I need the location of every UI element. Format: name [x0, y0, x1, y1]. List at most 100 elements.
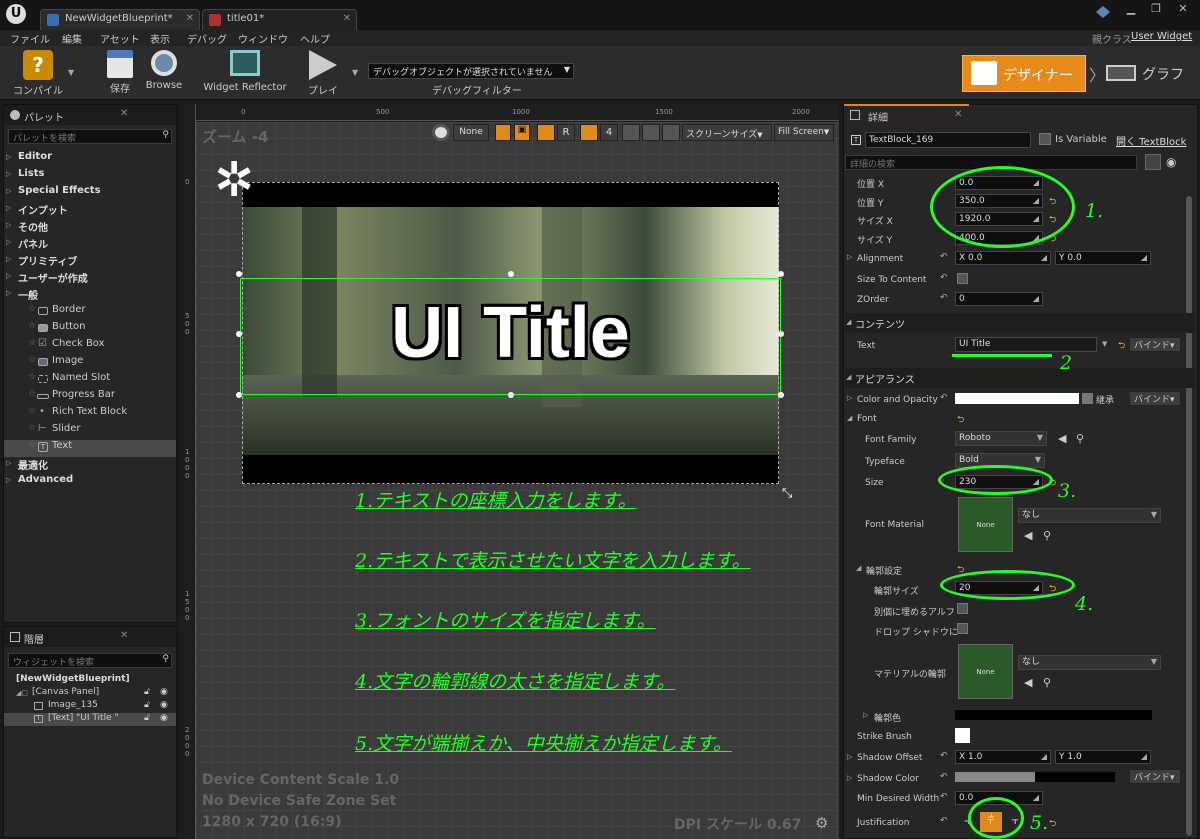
resize-handle[interactable] — [778, 392, 784, 398]
lock-icon[interactable]: 🔓︎ — [144, 687, 150, 697]
screen-size-select[interactable]: スクリーンサイズ▼ — [682, 124, 772, 141]
grid-snap-icon[interactable] — [580, 124, 598, 141]
contents-section[interactable]: コンテンツ — [845, 313, 1195, 333]
play-button[interactable]: プレイ — [300, 50, 346, 97]
outline-material-thumbnail[interactable]: None — [958, 644, 1013, 699]
appearance-section[interactable]: アピアランス — [845, 368, 1195, 388]
compile-button[interactable]: ? コンパイル — [8, 50, 68, 97]
expand-arrow-icon[interactable]: ▷ — [847, 394, 852, 402]
star-icon[interactable]: ☆ — [28, 372, 36, 382]
search-icon[interactable]: ⚲ — [162, 130, 169, 140]
inherit-checkbox[interactable] — [1082, 393, 1093, 404]
palette-category-primitive[interactable]: プリミティブ — [4, 253, 176, 270]
browse-button[interactable]: Browse — [144, 50, 184, 91]
menu-help[interactable]: ヘルプ — [300, 31, 330, 46]
alignment-x-input[interactable]: X 0.0 ◢ — [955, 251, 1051, 265]
reset-arrow-icon[interactable]: ⮌ — [1118, 338, 1125, 354]
eye-icon[interactable]: ◉ — [160, 713, 168, 723]
ui-title-text[interactable]: UI Title — [240, 288, 781, 378]
open-textblock-link[interactable]: 開く TextBlock — [1116, 133, 1186, 148]
outline-material-select[interactable]: なし ▼ — [1018, 655, 1161, 670]
use-selected-arrow-icon[interactable]: ◀ — [1024, 529, 1032, 542]
graph-mode-button[interactable]: グラフ — [1104, 55, 1194, 92]
search-icon[interactable]: ⚲ — [162, 654, 169, 664]
hierarchy-search-input[interactable]: ウィジェットを検索 ⚲ — [8, 653, 172, 668]
property-matrix-icon[interactable] — [1145, 154, 1161, 170]
reset-arrow-icon[interactable]: ↶ — [940, 273, 948, 283]
star-icon[interactable]: ☆ — [28, 355, 36, 365]
text-bind-button[interactable]: バインド▾ — [1129, 337, 1181, 352]
menu-view[interactable]: 表示 — [150, 31, 170, 46]
palette-item-progress-bar[interactable]: ☆ Progress Bar — [4, 389, 176, 406]
unreal-logo-icon[interactable]: U — [6, 4, 26, 24]
palette-category-panel[interactable]: パネル — [4, 236, 176, 253]
close-icon[interactable]: ✕ — [954, 109, 962, 120]
palette-item-slider[interactable]: ☆ ⊢ Slider — [4, 423, 176, 440]
anchor-icon[interactable]: ✲ — [214, 156, 254, 204]
use-selected-arrow-icon[interactable]: ◀ — [1058, 432, 1066, 445]
menu-file[interactable]: ファイル — [10, 31, 50, 46]
lock-icon[interactable]: ▣ — [514, 124, 530, 141]
resize-handle[interactable] — [778, 331, 784, 337]
browse-search-icon[interactable]: ⚲ — [1043, 676, 1051, 689]
expand-arrow-icon[interactable]: ▷ — [847, 753, 852, 761]
eye-icon[interactable]: ◉ — [160, 687, 168, 697]
minimize-button[interactable]: ▁ — [1120, 2, 1142, 20]
resize-handle[interactable] — [236, 271, 242, 277]
is-variable-checkbox[interactable] — [1039, 133, 1051, 145]
image-preview-icon[interactable] — [622, 124, 640, 141]
close-icon[interactable]: ✕ — [343, 13, 351, 24]
chevron-down-icon[interactable]: ▼ — [1102, 340, 1107, 348]
shadow-offset-y-input[interactable]: Y 1.0 ◢ — [1055, 750, 1151, 764]
palette-category-input[interactable]: インプット — [4, 202, 176, 219]
palette-item-named-slot[interactable]: ☆ Named Slot — [4, 372, 176, 389]
zorder-input[interactable]: 0 ◢ — [955, 292, 1043, 306]
palette-category-lists[interactable]: Lists — [4, 168, 176, 185]
details-scrollbar[interactable] — [1186, 196, 1192, 836]
font-family-select[interactable]: Roboto ▼ — [955, 431, 1047, 446]
palette-item-check-box[interactable]: ☆ ☑ Check Box — [4, 338, 176, 355]
resize-handle[interactable] — [508, 271, 514, 277]
globe-icon[interactable] — [432, 124, 450, 141]
use-selected-arrow-icon[interactable]: ◀ — [1024, 676, 1032, 689]
lock-icon[interactable]: 🔓︎ — [144, 713, 150, 723]
resize-handle[interactable] — [236, 331, 242, 337]
shadow-offset-x-input[interactable]: X 1.0 ◢ — [955, 750, 1051, 764]
font-material-select[interactable]: なし ▼ — [1018, 508, 1161, 523]
shadow-color-swatch[interactable] — [955, 772, 1115, 782]
expand-arrow-icon[interactable]: ▷ — [847, 774, 852, 782]
palette-item-button[interactable]: ☆ Button — [4, 321, 176, 338]
hierarchy-item-root[interactable]: [NewWidgetBlueprint] — [4, 674, 176, 687]
hierarchy-item-image[interactable]: Image_135 🔓︎ ◉ — [4, 700, 176, 713]
star-icon[interactable]: ☆ — [28, 389, 36, 399]
grid-snap-value[interactable]: 4 — [600, 124, 618, 141]
image-preview-icon[interactable] — [642, 124, 660, 141]
menu-window[interactable]: ウィンドウ — [238, 31, 288, 46]
star-icon[interactable]: ☆ — [28, 440, 36, 450]
star-icon[interactable]: ☆ — [28, 321, 36, 331]
size-to-content-checkbox[interactable] — [957, 273, 968, 284]
hierarchy-item-canvas-panel[interactable]: ◢▢ [Canvas Panel] 🔓︎ ◉ — [4, 687, 176, 700]
fit-icon[interactable] — [662, 124, 680, 141]
strike-brush-swatch[interactable] — [955, 728, 970, 743]
palette-item-text[interactable]: ☆ T Text — [4, 440, 176, 457]
lock-icon[interactable]: 🔓︎ — [144, 700, 150, 710]
reset-arrow-icon[interactable]: ⮌ — [1049, 816, 1056, 832]
reset-arrow-icon[interactable]: ↶ — [940, 792, 948, 802]
drop-shadow-checkbox[interactable] — [957, 623, 968, 634]
reset-arrow-icon[interactable]: ↶ — [940, 772, 948, 782]
palette-item-rich-text-block[interactable]: ☆ • Rich Text Block — [4, 406, 176, 423]
font-material-thumbnail[interactable]: None — [958, 497, 1013, 552]
expand-arrow-icon[interactable]: ▷ — [847, 253, 852, 261]
widget-name-input[interactable]: TextBlock_169 — [865, 132, 1031, 148]
close-icon[interactable]: ✕ — [120, 630, 128, 641]
compile-options-dropdown[interactable]: ▼ — [68, 68, 74, 77]
expand-arrow-icon[interactable]: ◢ — [847, 414, 852, 422]
widget-reflector-button[interactable]: Widget Reflector — [200, 50, 290, 93]
color-swatch[interactable] — [955, 393, 1079, 404]
reset-arrow-icon[interactable]: ↶ — [940, 293, 948, 303]
star-icon[interactable]: ☆ — [28, 423, 36, 433]
reset-arrow-icon[interactable]: ⮌ — [957, 412, 964, 428]
color-bind-button[interactable]: バインド▾ — [1129, 391, 1181, 406]
palette-search-input[interactable]: パレットを検索 ⚲ — [8, 129, 172, 144]
